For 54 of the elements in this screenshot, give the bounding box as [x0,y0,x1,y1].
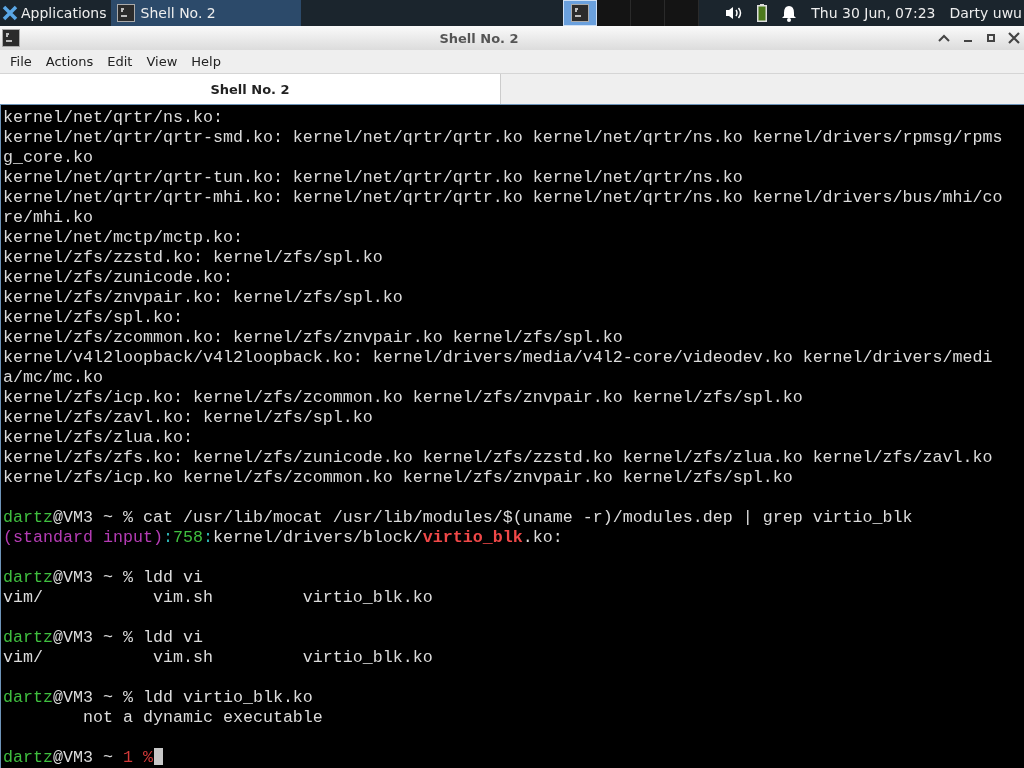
command-text: @VM3 ~ [53,748,114,767]
output-text: kernel/zfs/znvpair.ko: kernel/zfs/spl.ko [3,288,403,307]
output-text: vim/ vim.sh virtio_blk.ko [3,588,433,607]
output-text: not a dynamic executable [81,708,323,727]
shade-button[interactable] [938,33,950,43]
output-text: : [162,528,173,547]
output-text: kernel/zfs/zfs.ko: kernel/zfs/zunicode.ko kernel/zfs/zzstd.ko kernel/zfs/zlua.ko kernel/zfs/zavl.ko kernel/zfs/icp.ko kernel/zfs/zcommon.ko kernel/zfs/znvpair.ko kernel/zfs/spl.ko [3,448,994,487]
user-name[interactable]: Darty uwu [949,5,1022,21]
output-text: kernel/zfs/zavl.ko: kernel/zfs/spl.ko [3,408,373,427]
command-text: @VM3 ~ % ldd vi [53,628,203,647]
prompt-user: dartz [3,748,53,767]
command-text: 1 % [122,748,153,767]
prompt-user: dartz [3,688,53,707]
terminal-icon [571,4,590,22]
menu-item[interactable]: Help [184,54,228,69]
output-text: kernel/zfs/icp.ko: kernel/zfs/zcommon.ko kernel/zfs/znvpair.ko kernel/zfs/spl.ko [3,388,803,407]
volume-icon[interactable] [725,5,744,21]
menu-item[interactable]: File [3,54,39,69]
terminal-icon[interactable] [2,29,20,47]
window-title: Shell No. 2 [438,30,520,46]
output-text: kernel/zfs/zcommon.ko: kernel/zfs/znvpair.ko kernel/zfs/spl.ko [3,328,623,347]
output-text: kernel/net/qrtr/ns.ko: [3,108,223,127]
output-text: .ko: [522,528,563,547]
output-text: : [202,528,213,547]
bell-icon[interactable] [781,4,798,22]
battery-icon[interactable] [757,4,768,22]
prompt-user: dartz [3,508,53,527]
output-text: (standard input) [3,528,163,547]
command-text: @VM3 ~ % cat /usr/lib/mocat /usr/lib/modules/$(uname -r)/modules.dep | grep virtio_blk [53,508,913,527]
output-text: 758 [172,528,203,547]
output-text: kernel/zfs/zzstd.ko: kernel/zfs/spl.ko [3,248,383,267]
output-text: kernel/net/qrtr/qrtr-tun.ko: kernel/net/qrtr/qrtr.ko kernel/net/qrtr/ns.ko [3,168,743,187]
prompt-user: dartz [3,628,53,647]
tab[interactable]: Shell No. 2 [0,74,501,104]
output-text: kernel/zfs/spl.ko: [3,308,183,327]
menu-item[interactable]: Edit [100,54,140,69]
maximize-button[interactable] [986,33,996,43]
menu-item[interactable]: View [139,54,185,69]
output-text: vim/ vim.sh virtio_blk.ko [3,648,433,667]
output-text: kernel/zfs/zunicode.ko: [3,268,233,287]
clock[interactable]: Thu 30 Jun, 07:23 [811,5,936,21]
prompt-user: dartz [3,568,53,587]
output-text: kernel/net/mctp/mctp.ko: [3,228,243,247]
command-text: @VM3 ~ % ldd vi [53,568,203,587]
x-logo-icon [2,5,18,21]
close-button[interactable] [1008,32,1020,44]
terminal-icon [116,4,135,22]
output-text: kernel/drivers/block/ [212,528,423,547]
taskbar-button[interactable]: Shell No. 2 [110,0,301,26]
output-text: kernel/zfs/zlua.ko: [3,428,193,447]
menu-item[interactable]: Actions [38,54,101,69]
match-text: virtio_blk [422,528,523,547]
applications-menu[interactable]: Applications [21,5,107,21]
command-text: @VM3 ~ % ldd virtio_blk.ko [53,688,313,707]
